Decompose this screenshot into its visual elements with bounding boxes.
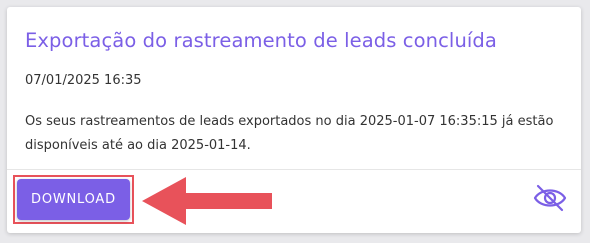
- notification-message: Os seus rastreamentos de leads exportado…: [25, 114, 554, 153]
- eye-off-icon[interactable]: [532, 183, 568, 213]
- notification-card: Exportação do rastreamento de leads conc…: [7, 7, 581, 233]
- download-button[interactable]: DOWNLOAD: [17, 179, 130, 220]
- card-divider: [7, 169, 581, 170]
- notification-timestamp: 07/01/2025 16:35: [25, 73, 142, 88]
- pointer-arrow-icon: [142, 177, 272, 225]
- notification-title: Exportação do rastreamento de leads conc…: [25, 29, 497, 52]
